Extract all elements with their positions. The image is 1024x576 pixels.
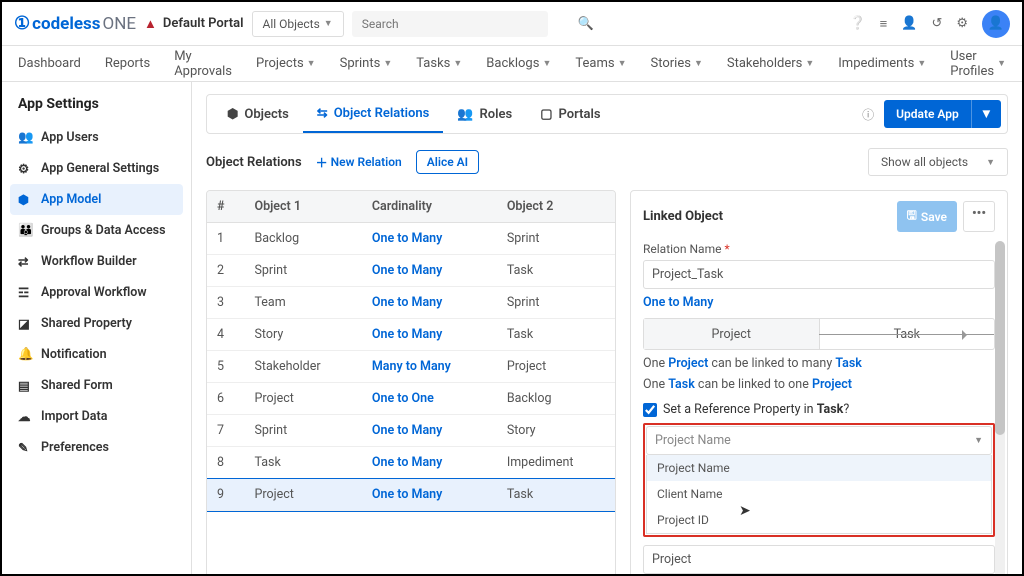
nav-projects[interactable]: Projects▼ xyxy=(256,56,316,71)
tab-objects[interactable]: ⬢Objects xyxy=(213,95,303,133)
table-row[interactable]: 5StakeholderMany to ManyProject xyxy=(207,351,615,383)
sentence-2: One Task can be linked to one Project xyxy=(643,377,995,392)
table-row[interactable]: 3TeamOne to ManySprint xyxy=(207,287,615,319)
reference-property-checkbox[interactable] xyxy=(643,403,657,417)
table-row[interactable]: 2SprintOne to ManyTask xyxy=(207,255,615,287)
nav-approvals[interactable]: My Approvals xyxy=(174,49,232,79)
main-nav: Dashboard Reports My Approvals Projects▼… xyxy=(2,46,1022,82)
sidebar-item-users[interactable]: 👥App Users xyxy=(10,122,183,153)
save-button[interactable]: 🖫 Save xyxy=(897,201,957,232)
update-app-dropdown[interactable]: ▼ xyxy=(971,100,1001,128)
sidebar-item-preferences[interactable]: ✎Preferences xyxy=(10,432,183,463)
new-relation-button[interactable]: ＋ New Relation xyxy=(316,154,402,171)
more-menu[interactable]: ••• xyxy=(963,201,995,232)
sidebar-item-model[interactable]: ⬢App Model xyxy=(10,184,183,215)
table-row[interactable]: 8TaskOne to ManyImpediment xyxy=(207,447,615,479)
sidebar-item-notification[interactable]: 🔔Notification xyxy=(10,339,183,370)
tab-relations[interactable]: ⇆Object Relations xyxy=(303,95,444,133)
dd-option-client-name[interactable]: Client Name xyxy=(647,481,991,507)
portal-selector[interactable]: ▲Default Portal xyxy=(144,16,244,32)
relation-name-input[interactable] xyxy=(643,260,995,289)
update-app-button[interactable]: Update App xyxy=(884,100,971,128)
sidebar-item-general[interactable]: ⚙App General Settings xyxy=(10,153,183,184)
info-icon[interactable]: ⓘ xyxy=(862,106,874,123)
sentence-1: One Project can be linked to many Task xyxy=(643,356,995,371)
table-row[interactable]: 6ProjectOne to OneBacklog xyxy=(207,383,615,415)
table-row[interactable]: 1BacklogOne to ManySprint xyxy=(207,223,615,255)
nav-tasks[interactable]: Tasks▼ xyxy=(416,56,462,71)
brand-logo: ①codelessONE xyxy=(14,13,136,34)
table-row[interactable]: 9ProjectOne to ManyTask xyxy=(207,479,615,511)
database-icon[interactable]: ≡ xyxy=(880,16,888,32)
reference-property-label: Set a Reference Property in Task? xyxy=(663,402,849,417)
panel-scrollbar[interactable] xyxy=(995,241,1005,574)
section-title: Object Relations xyxy=(206,155,302,170)
sidebar-item-groups[interactable]: 👪Groups & Data Access xyxy=(10,215,183,246)
search-icon: 🔍 xyxy=(578,16,594,31)
sidebar-title: App Settings xyxy=(10,96,183,122)
linked-object-panel: Linked Object 🖫 Save ••• Relation Name *… xyxy=(630,190,1008,574)
nav-userprofiles[interactable]: User Profiles▼ xyxy=(950,49,1006,79)
nav-dashboard[interactable]: Dashboard xyxy=(18,56,81,71)
history-icon[interactable]: ↺ xyxy=(931,16,942,31)
table-row[interactable]: 4StoryOne to ManyTask xyxy=(207,319,615,351)
nav-reports[interactable]: Reports xyxy=(105,56,150,71)
show-all-selector[interactable]: Show all objects▼ xyxy=(868,148,1008,176)
sidebar-item-approval[interactable]: ☲Approval Workflow xyxy=(10,277,183,308)
avatar[interactable]: 👤 xyxy=(982,10,1010,38)
nav-teams[interactable]: Teams▼ xyxy=(575,56,626,71)
object-scope-selector[interactable]: All Objects▼ xyxy=(252,11,344,37)
alice-ai-button[interactable]: Alice AI xyxy=(416,150,479,174)
tab-portals[interactable]: ▢Portals xyxy=(526,95,614,133)
table-row[interactable]: 7SprintOne to ManyStory xyxy=(207,415,615,447)
relations-table: # Object 1 Cardinality Object 2 1Backlog… xyxy=(206,190,616,574)
user-add-icon[interactable]: 👤 xyxy=(901,16,917,31)
dd-option-project-name[interactable]: Project Name xyxy=(647,455,991,481)
settings-icon[interactable]: ⚙ xyxy=(956,16,968,31)
reference-property-options: Project Name Client Name Project ID xyxy=(646,455,992,534)
reference-property-dropdown-highlight: Project Name▼ Project Name Client Name P… xyxy=(643,423,995,537)
sidebar-item-shared-form[interactable]: ▤Shared Form xyxy=(10,370,183,401)
search-input[interactable] xyxy=(352,11,548,37)
relation-name-label: Relation Name * xyxy=(643,242,995,256)
help-icon[interactable]: ❔ xyxy=(849,16,865,31)
dd-option-project-id[interactable]: Project ID xyxy=(647,507,991,533)
tab-roles[interactable]: 👥Roles xyxy=(443,95,526,133)
sidebar-item-workflow[interactable]: ⇄Workflow Builder xyxy=(10,246,183,277)
nav-backlogs[interactable]: Backlogs▼ xyxy=(486,56,551,71)
reference-property-select[interactable]: Project Name▼ xyxy=(646,426,992,455)
relation-label-project-input[interactable] xyxy=(643,545,995,574)
nav-sprints[interactable]: Sprints▼ xyxy=(340,56,393,71)
panel-title: Linked Object xyxy=(643,209,723,224)
nav-impediments[interactable]: Impediments▼ xyxy=(838,56,926,71)
cardinality-link[interactable]: One to Many xyxy=(643,295,714,310)
sidebar-item-import[interactable]: ☁Import Data xyxy=(10,401,183,432)
nav-stories[interactable]: Stories▼ xyxy=(651,56,703,71)
relation-diagram: Project Task xyxy=(643,318,995,350)
sidebar-item-shared-prop[interactable]: ◪Shared Property xyxy=(10,308,183,339)
nav-stakeholders[interactable]: Stakeholders▼ xyxy=(727,56,814,71)
